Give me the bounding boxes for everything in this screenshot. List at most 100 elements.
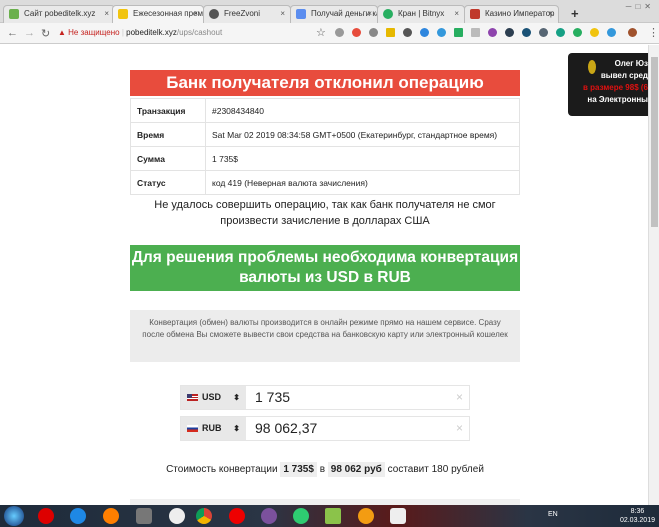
favicon-icon [470, 9, 480, 19]
yandex-icon[interactable] [169, 508, 185, 524]
currency-select-to[interactable]: RUB ⬍ [181, 417, 246, 440]
row-value: Sat Mar 02 2019 08:34:58 GMT+0500 (Екате… [205, 122, 520, 147]
dollar-app-icon[interactable] [358, 508, 374, 524]
reload-icon[interactable]: ↻ [41, 27, 50, 40]
usd-converter-row: USD ⬍ 1 735 × [180, 385, 470, 410]
clock[interactable]: 8:36 02.03.2019 [620, 507, 655, 525]
opera-icon[interactable] [38, 508, 54, 524]
close-tab-icon[interactable]: × [367, 9, 372, 18]
extension-icon[interactable] [437, 28, 446, 37]
transaction-details-table: Транзакция #2308434840 Время Sat Mar 02 20… [130, 98, 520, 195]
info-text: Конвертация (обмен) валюты производится … [130, 310, 520, 362]
tab-money[interactable]: Получай деньги ка × [290, 5, 378, 23]
address-bar: ← → ↻ ▲ Не защищено | pobeditelk.xyz/ups… [0, 23, 659, 44]
notification-line: на Электронны [587, 95, 648, 104]
extension-icon[interactable] [420, 28, 429, 37]
chrome-icon[interactable] [196, 508, 212, 524]
tab-casino[interactable]: Казино Император × [464, 5, 559, 23]
mail-agent-icon[interactable] [293, 508, 309, 524]
tab-freezvoni[interactable]: FreeZvoni × [203, 5, 291, 23]
scrollbar[interactable] [648, 45, 659, 505]
row-value: #2308434840 [205, 98, 520, 123]
extension-icon[interactable] [505, 28, 514, 37]
extension-icon[interactable] [386, 28, 395, 37]
coin-icon [588, 60, 596, 74]
close-tab-icon[interactable]: × [548, 9, 553, 18]
extension-icon[interactable] [403, 28, 412, 37]
app-icon[interactable] [325, 508, 341, 524]
close-tab-icon[interactable]: × [193, 9, 198, 18]
extension-icon[interactable] [556, 28, 565, 37]
currency-code: USD [202, 392, 222, 402]
cost-in: в [319, 464, 325, 475]
favicon-icon [383, 9, 393, 19]
extension-icon[interactable] [590, 28, 599, 37]
taskbar: EN 8:36 02.03.2019 [0, 505, 659, 527]
url-path: /ups/cashout [176, 28, 223, 37]
tab-premium[interactable]: Ежесезонная преми × [112, 5, 204, 23]
warning-icon: ▲ [58, 28, 66, 37]
back-icon[interactable]: ← [7, 27, 18, 39]
extension-icon[interactable] [471, 28, 480, 37]
opera-icon[interactable] [229, 508, 245, 524]
notification-line: Олег Юз [614, 59, 648, 68]
notification-line: в размере 98$ (6 [583, 83, 648, 92]
scrollbar-thumb[interactable] [651, 57, 658, 227]
favicon-icon [209, 9, 219, 19]
tab-label: FreeZvoni [224, 9, 261, 18]
window-controls[interactable]: ─□✕ [626, 2, 655, 11]
forward-icon[interactable]: → [24, 27, 35, 39]
new-tab-button[interactable]: + [571, 6, 579, 21]
extension-icon[interactable] [607, 28, 616, 37]
viber-icon[interactable] [261, 508, 277, 524]
favicon-icon [296, 9, 306, 19]
extension-icon[interactable] [539, 28, 548, 37]
clock-date: 02.03.2019 [619, 517, 655, 524]
url-field[interactable]: ▲ Не защищено | pobeditelk.xyz/ups/casho… [58, 26, 222, 40]
extension-icon[interactable] [454, 28, 463, 37]
extension-icon[interactable] [488, 28, 497, 37]
rub-amount-input[interactable]: 98 062,37 [255, 420, 317, 436]
currency-select-from[interactable]: USD ⬍ [181, 386, 246, 409]
profile-avatar[interactable] [628, 28, 637, 37]
cost-suffix: составит 180 рублей [387, 464, 484, 475]
extension-icon[interactable] [335, 28, 344, 37]
notification-line: вывел сред [600, 71, 648, 80]
select-arrows-icon: ⬍ [233, 393, 240, 402]
usd-amount-input[interactable]: 1 735 [255, 389, 290, 405]
conversion-cost: Стоимость конвертации 1 735$ в 98 062 ру… [130, 462, 520, 477]
close-tab-icon[interactable]: × [454, 9, 459, 18]
ie-icon[interactable] [70, 508, 86, 524]
favicon-icon [9, 9, 19, 19]
table-row: Сумма 1 735$ [130, 146, 520, 171]
table-row: Транзакция #2308434840 [130, 98, 520, 123]
row-label: Время [130, 122, 206, 147]
row-label: Статус [130, 170, 206, 195]
tab-pobeditelk[interactable]: Сайт pobeditelk.xyz × [3, 5, 115, 23]
url-host: pobeditelk.xyz [126, 28, 177, 37]
us-flag-icon [187, 394, 198, 401]
cost-amount-rub: 98 062 руб [327, 462, 385, 477]
close-tab-icon[interactable]: × [280, 9, 285, 18]
fail-message: Не удалось совершить операцию, так как б… [154, 199, 496, 227]
table-row: Время Sat Mar 02 2019 08:34:58 GMT+0500 (… [130, 122, 520, 147]
security-label[interactable]: Не защищено [68, 28, 119, 37]
menu-icon[interactable]: ⋮ [648, 26, 659, 39]
row-label: Сумма [130, 146, 206, 171]
error-title: Банк получателя отклонил операцию [130, 70, 520, 96]
language-indicator[interactable]: EN [548, 511, 558, 518]
extension-icon[interactable] [573, 28, 582, 37]
clear-icon[interactable]: × [456, 421, 463, 435]
firefox-icon[interactable] [103, 508, 119, 524]
clear-icon[interactable]: × [456, 390, 463, 404]
start-button[interactable] [4, 506, 24, 526]
bookmark-star-icon[interactable]: ☆ [316, 26, 326, 39]
close-tab-icon[interactable]: × [104, 9, 109, 18]
tab-bitnyx[interactable]: Кран | Bitnyx × [377, 5, 465, 23]
tab-label: Сайт pobeditelk.xyz [24, 9, 96, 18]
extension-icon[interactable] [352, 28, 361, 37]
extension-icon[interactable] [369, 28, 378, 37]
app-icon[interactable] [136, 508, 152, 524]
extension-icon[interactable] [522, 28, 531, 37]
app-icon[interactable] [390, 508, 406, 524]
